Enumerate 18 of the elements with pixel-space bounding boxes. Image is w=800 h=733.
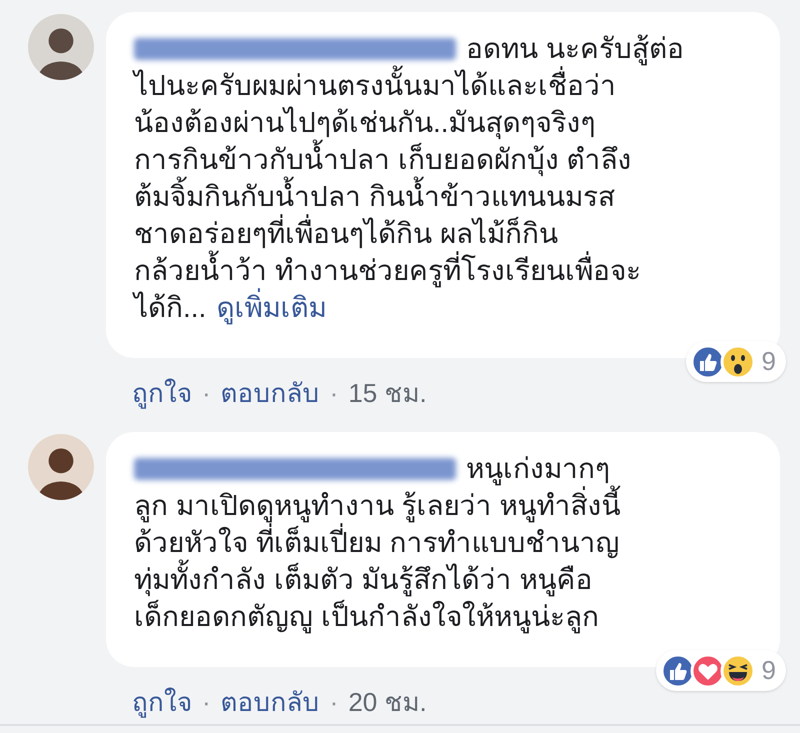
comment-time[interactable]: 20 ชม. [348, 685, 427, 719]
comment-text: ลูก มาเปิดดูหนูทำงาน รู้เลยว่า หนูทำสิ่งนี้ ด้วยหัวใจ ที่เต็มเปี่ยม การทำแบบชำนาญ ทุ่มทั้งกำลัง เต็มตัว มันรู้สึกได้ว่า หนูคือ เด็กยอดกตัญญู เป็นกำลังใจให้หนูน่ะลูก [134, 487, 756, 635]
comment-text: อดทน นะครับสู้ต่อ [466, 32, 684, 66]
like-link[interactable]: ถูกใจ [132, 685, 192, 719]
dot-separator: · [202, 686, 211, 719]
comment-time[interactable]: 15 ชม. [348, 376, 427, 410]
comment-text: ไปนะครับผมผ่านตรงนั้นมาได้และเชื่อว่า น้องต้องผ่านไปๆด้เช่นกัน..มันสุดๆจริงๆ การกินข้าวกับน้ำปลา เก็บยอดผักบุ้ง ตำลึง ต้มจิ้มกินกับน้ำปลา กินน้ำข้าวแทนนมรส ชาดอร่อยๆที่เพื่อนๆได้กิน ผลไม้ก็กิน กล้วยน้ำว้า ทำงานช่วยครูที่โรงเรียนเพื่อจะ [134, 67, 756, 289]
reply-link[interactable]: ตอบกลับ [220, 376, 320, 410]
dot-separator: · [330, 377, 338, 410]
comment-text: หนูเก่งมากๆ [466, 452, 610, 486]
dot-separator: · [202, 377, 211, 410]
dot-separator: · [330, 686, 338, 719]
see-more-link[interactable]: ดูเพิ่มเติม [216, 289, 326, 326]
reaction-count: 9 [762, 345, 776, 378]
comment-text: ได้กิ... [134, 290, 206, 325]
reaction-count: 9 [762, 654, 776, 687]
reply-link[interactable]: ตอบกลับ [220, 685, 320, 719]
like-link[interactable]: ถูกใจ [132, 376, 192, 410]
